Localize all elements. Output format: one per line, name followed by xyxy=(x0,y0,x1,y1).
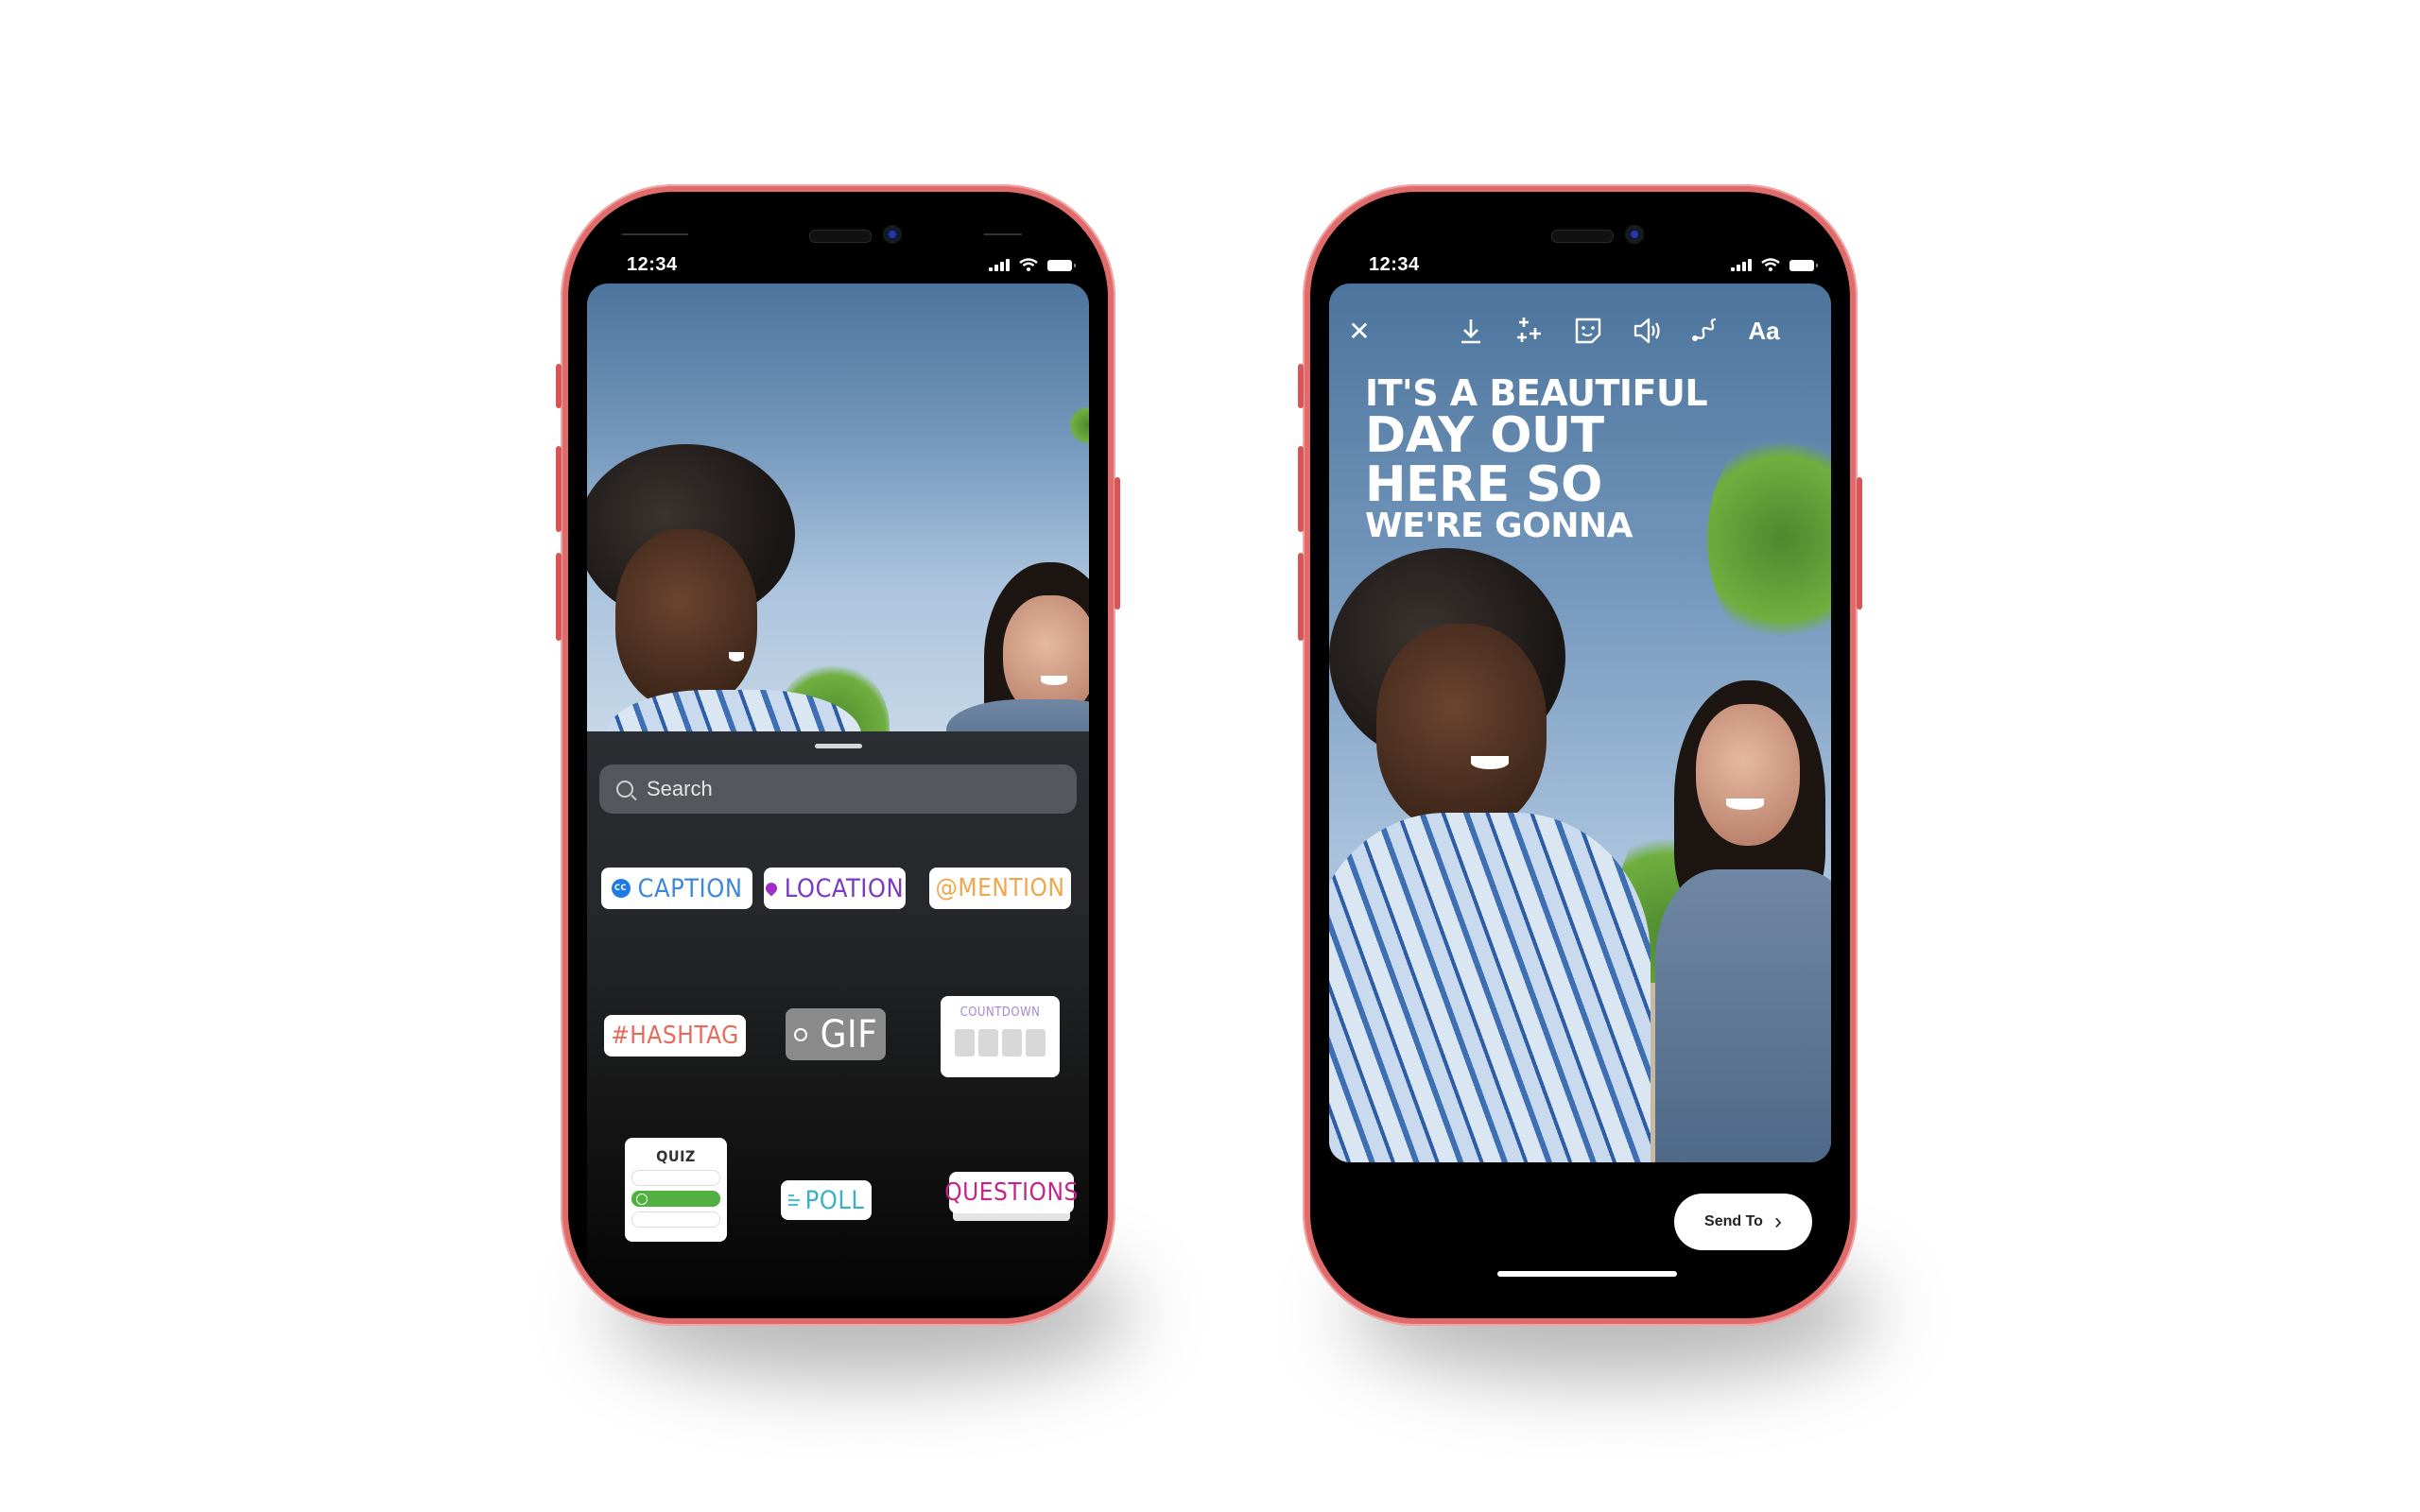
right-phone-bezel: 12:34 ✕ Aa IT'S A BEAUTIFUL DAY OUT HERE… xyxy=(1310,192,1850,1318)
story-photo xyxy=(587,284,1089,737)
quiz-option-correct xyxy=(631,1191,720,1207)
story-editor-screen: Search CC CAPTION LOCATION @MENTION #HAS… xyxy=(587,284,1089,1298)
volume-up-button xyxy=(556,446,562,532)
hashtag-label: #HASHTAG xyxy=(611,1022,739,1050)
chevron-right-icon: › xyxy=(1773,1209,1782,1234)
mention-sticker[interactable]: @MENTION xyxy=(929,868,1071,909)
status-time: 12:34 xyxy=(627,254,678,275)
status-bar: 12:34 xyxy=(568,254,1108,283)
send-to-label: Send To xyxy=(1704,1213,1763,1229)
sheet-drag-handle[interactable] xyxy=(814,744,862,748)
status-bar: 12:34 xyxy=(1310,254,1850,283)
caption-label: CAPTION xyxy=(637,873,743,903)
top-grill-right xyxy=(984,233,1022,235)
countdown-label: COUNTDOWN xyxy=(959,1005,1041,1020)
text-tool-icon[interactable]: Aa xyxy=(1745,312,1783,350)
gif-sticker[interactable]: GIF xyxy=(786,1008,886,1060)
download-icon[interactable] xyxy=(1452,312,1490,350)
sticker-tray: Search CC CAPTION LOCATION @MENTION #HAS… xyxy=(587,731,1089,1298)
earpiece-speaker xyxy=(809,230,872,243)
hashtag-sticker[interactable]: #HASHTAG xyxy=(604,1015,746,1057)
volume-down-button xyxy=(1298,553,1304,641)
right-phone: 12:34 ✕ Aa IT'S A BEAUTIFUL DAY OUT HERE… xyxy=(1298,184,1862,1326)
signal-icon xyxy=(1731,258,1752,271)
left-phone-bezel: 12:34 Search CC CAPTION LOCATION @MENTIO… xyxy=(568,192,1108,1318)
top-grill-left xyxy=(622,233,688,235)
quiz-sticker[interactable]: QUIZ xyxy=(625,1138,727,1242)
gif-label: GIF xyxy=(820,1012,878,1057)
quiz-option xyxy=(631,1170,720,1186)
location-sticker[interactable]: LOCATION xyxy=(763,868,906,909)
wifi-icon xyxy=(1761,258,1780,271)
overlay-line-3: HERE SO xyxy=(1365,456,1602,513)
gif-search-icon xyxy=(793,1027,807,1041)
pin-icon xyxy=(763,880,780,897)
countdown-digit-boxes xyxy=(955,1029,1046,1057)
front-camera xyxy=(883,225,902,244)
volume-up-button xyxy=(1298,446,1304,532)
silent-switch xyxy=(556,364,562,408)
overlay-line-2: DAY OUT xyxy=(1365,407,1604,464)
signal-icon xyxy=(989,258,1010,271)
volume-down-button xyxy=(556,553,562,641)
quiz-label: QUIZ xyxy=(656,1147,696,1165)
home-indicator[interactable] xyxy=(1497,1271,1677,1277)
sticker-search-input[interactable]: Search xyxy=(599,765,1077,814)
quiz-option xyxy=(631,1211,720,1228)
overlay-line-4: WE'RE GONNA xyxy=(1365,507,1633,545)
power-button xyxy=(1115,477,1120,610)
poll-label: POLL xyxy=(804,1185,865,1215)
story-toolbar: ✕ Aa xyxy=(1329,312,1831,350)
power-button xyxy=(1857,477,1862,610)
story-preview-screen: ✕ Aa IT'S A BEAUTIFUL DAY OUT HERE SO WE… xyxy=(1329,284,1831,1162)
earpiece-speaker xyxy=(1551,230,1614,243)
location-label: LOCATION xyxy=(784,873,905,903)
silent-switch xyxy=(1298,364,1304,408)
story-text-overlay[interactable]: IT'S A BEAUTIFUL DAY OUT HERE SO WE'RE G… xyxy=(1365,372,1708,545)
search-icon xyxy=(616,781,633,798)
left-phone: 12:34 Search CC CAPTION LOCATION @MENTIO… xyxy=(556,184,1120,1326)
questions-sticker[interactable]: QUESTIONS xyxy=(944,1172,1078,1213)
questions-label: QUESTIONS xyxy=(944,1178,1079,1207)
countdown-sticker[interactable]: COUNTDOWN xyxy=(941,996,1060,1077)
sticker-icon[interactable] xyxy=(1569,312,1607,350)
caption-sticker[interactable]: CC CAPTION xyxy=(601,868,752,909)
status-time: 12:34 xyxy=(1369,254,1420,275)
cc-icon: CC xyxy=(611,879,631,898)
search-placeholder: Search xyxy=(647,777,713,800)
effects-sparkle-icon[interactable] xyxy=(1511,312,1548,350)
draw-icon[interactable] xyxy=(1686,312,1724,350)
send-to-button[interactable]: Send To › xyxy=(1674,1194,1812,1250)
overlay-line-1: IT'S A BEAUTIFUL xyxy=(1365,372,1708,414)
mention-label: @MENTION xyxy=(935,874,1065,902)
front-camera xyxy=(1625,225,1644,244)
battery-icon xyxy=(1047,260,1076,271)
wifi-icon xyxy=(1019,258,1038,271)
poll-lines-icon xyxy=(787,1194,800,1206)
close-icon[interactable]: ✕ xyxy=(1340,312,1378,350)
sound-icon[interactable] xyxy=(1628,312,1666,350)
poll-sticker[interactable]: POLL xyxy=(781,1180,872,1220)
battery-icon xyxy=(1789,260,1818,271)
